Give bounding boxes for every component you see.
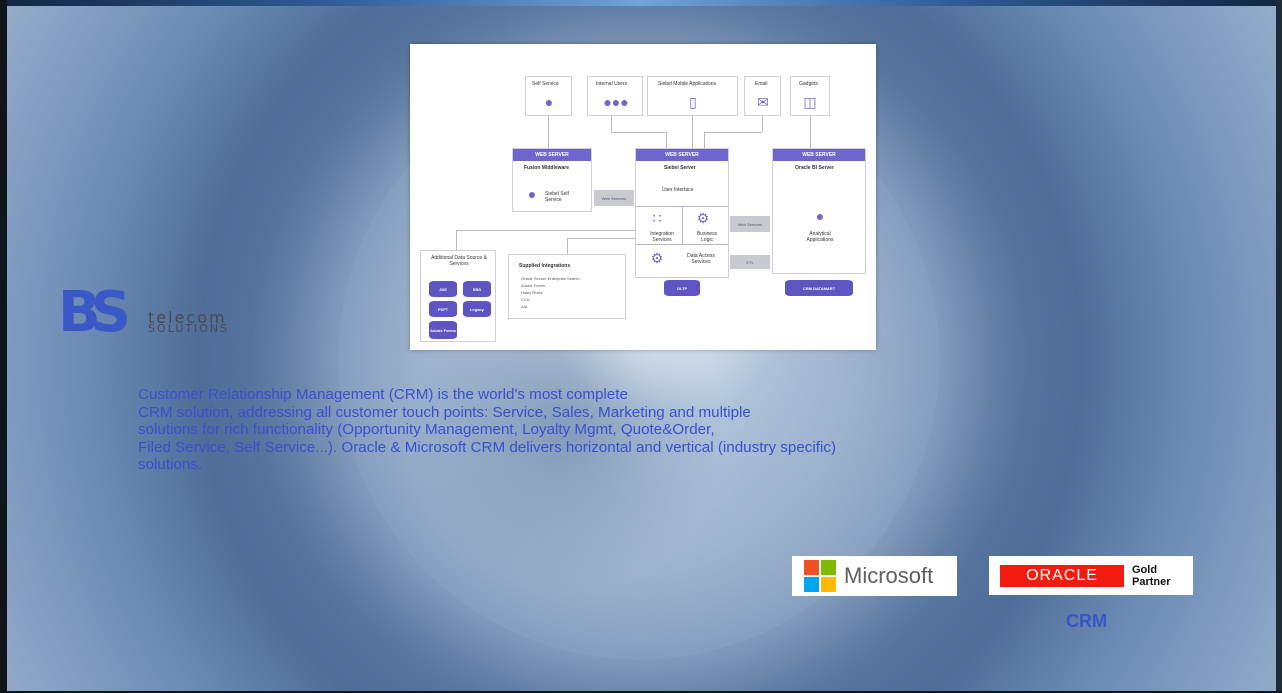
mobile-icon: ▯ xyxy=(689,94,697,110)
integration-icon: ∷ xyxy=(652,210,662,226)
email-icon: ✉ xyxy=(757,94,769,110)
bs-logo: BS xyxy=(58,280,131,345)
server-siebel: WEB SERVER Siebel Server User Interface … xyxy=(635,148,729,278)
right-border xyxy=(1276,0,1282,693)
connector xyxy=(567,238,635,239)
person-icon: ● xyxy=(815,208,825,224)
web-services-arrow: Web Services xyxy=(594,190,634,206)
gold-partner-text: Gold Partner xyxy=(1132,563,1171,588)
supplied-integrations: Supplied Integrations Oracle Secure Ente… xyxy=(508,254,626,319)
crm-datamart-database: CRM DATAMART xyxy=(785,280,853,296)
crm-architecture-diagram: Self Service ● Internal Users ●●● Siebel… xyxy=(410,44,876,350)
divider xyxy=(636,244,728,245)
connector xyxy=(666,132,667,148)
gears-icon: ⚙ xyxy=(696,210,710,226)
connector xyxy=(456,230,636,231)
connector xyxy=(704,132,705,148)
person-icon: ● xyxy=(527,186,537,202)
microsoft-logo: Microsoft xyxy=(792,556,957,596)
gears-icon: ⚙ xyxy=(650,250,664,266)
web-services-arrow: Web Services xyxy=(730,216,770,232)
connector xyxy=(762,116,763,132)
top-node-gadgets: Gadgets ◫ xyxy=(790,76,830,116)
crm-description: Customer Relationship Management (CRM) i… xyxy=(138,386,837,473)
top-node-self-service: Self Service ● xyxy=(525,76,572,116)
tablet-icon: ◫ xyxy=(803,94,817,110)
connector xyxy=(567,238,568,254)
connector xyxy=(611,132,666,133)
logo-solutions-text: SOLUTIONS xyxy=(148,322,230,335)
person-icon: ● xyxy=(544,94,554,110)
connector xyxy=(704,132,762,133)
connector xyxy=(692,116,693,148)
users-icon: ●●● xyxy=(603,94,629,110)
microsoft-windows-icon xyxy=(804,560,836,592)
server-fusion-middleware: WEB SERVER Fusion Middleware ● Siebel Se… xyxy=(512,148,592,212)
connector xyxy=(810,116,811,148)
top-node-internal-users: Internal Users ●●● xyxy=(587,76,643,116)
server-oracle-bi: WEB SERVER Oracle BI Server ● Analytical… xyxy=(772,148,866,274)
oltp-database: OLTP xyxy=(664,280,700,296)
connector xyxy=(548,116,549,148)
divider xyxy=(682,206,683,244)
connector xyxy=(456,230,457,250)
additional-data-sources: Additional Data Source & Services JDE EB… xyxy=(420,250,496,342)
connector xyxy=(611,116,612,132)
slide: Self Service ● Internal Users ●●● Siebel… xyxy=(0,0,1282,693)
integrations-list: Oracle Secure Enterprise Search Adobe Fo… xyxy=(521,276,580,309)
top-node-email: Email ✉ xyxy=(744,76,781,116)
oracle-gold-partner-logo: ORACLE Gold Partner xyxy=(989,556,1193,595)
top-node-mobile-apps: Siebel Mobile Applications ▯ xyxy=(647,76,738,116)
crm-label: CRM xyxy=(1066,611,1107,631)
etl-arrow: ETL xyxy=(730,255,770,269)
top-accent-bar xyxy=(0,0,1282,6)
left-border xyxy=(0,0,7,693)
